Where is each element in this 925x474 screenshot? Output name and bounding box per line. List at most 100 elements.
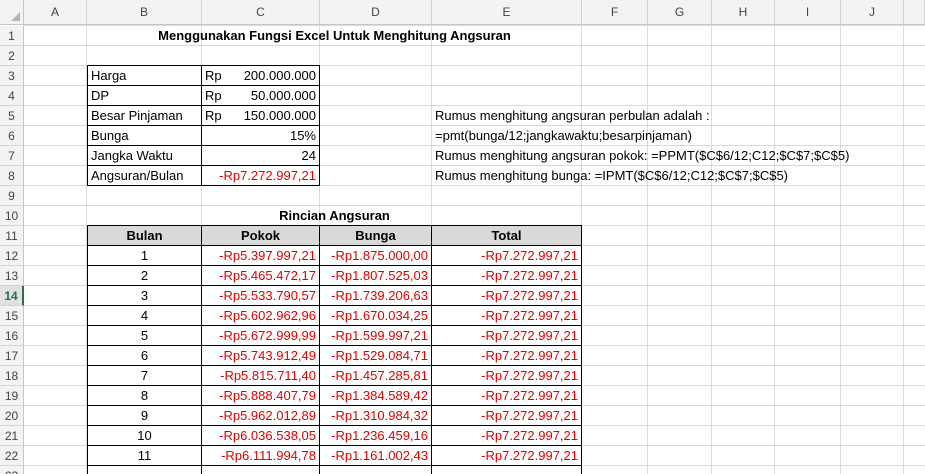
row-header-20[interactable]: 20 bbox=[0, 406, 24, 426]
row-header-8[interactable]: 8 bbox=[0, 166, 24, 186]
row-header-6[interactable]: 6 bbox=[0, 126, 24, 146]
input-value[interactable]: 15% bbox=[202, 125, 320, 146]
row-header-1[interactable]: 1 bbox=[0, 26, 24, 46]
table-cell-amount[interactable]: -Rp7.272.997,21 bbox=[432, 285, 582, 306]
row-header-2[interactable]: 2 bbox=[0, 46, 24, 66]
column-header-a[interactable]: A bbox=[24, 0, 87, 25]
table-cell-month[interactable]: 1 bbox=[87, 245, 202, 266]
row-header-22[interactable]: 22 bbox=[0, 446, 24, 466]
row-header-17[interactable]: 17 bbox=[0, 346, 24, 366]
input-value-cell[interactable]: Rp 50.000.000 bbox=[202, 85, 320, 106]
row-header-14[interactable]: 14 bbox=[0, 286, 24, 306]
input-value[interactable]: -Rp7.272.997,21 bbox=[202, 165, 320, 186]
row-header-10[interactable]: 10 bbox=[0, 206, 24, 226]
row-header-3[interactable]: 3 bbox=[0, 66, 24, 86]
column-header-g[interactable]: G bbox=[648, 0, 712, 25]
table-cell-amount[interactable]: -Rp7.272.997,21 bbox=[432, 445, 582, 466]
table-cell-amount[interactable]: -Rp5.465.472,17 bbox=[202, 265, 320, 286]
table-cell-amount[interactable]: -Rp5.397.997,21 bbox=[202, 245, 320, 266]
column-header-d[interactable]: D bbox=[320, 0, 432, 25]
table-header-total[interactable]: Total bbox=[432, 225, 582, 246]
row-header-7[interactable]: 7 bbox=[0, 146, 24, 166]
input-label[interactable]: Angsuran/Bulan bbox=[87, 165, 202, 186]
table-cell-month[interactable]: 5 bbox=[87, 325, 202, 346]
column-header-j[interactable]: J bbox=[841, 0, 904, 25]
input-label[interactable]: Jangka Waktu bbox=[87, 145, 202, 166]
input-value-cell[interactable]: Rp 150.000.000 bbox=[202, 105, 320, 126]
table-cell-month[interactable]: 2 bbox=[87, 265, 202, 286]
table-cell-amount[interactable]: -Rp7.272.997,21 bbox=[432, 245, 582, 266]
table-cell-amount[interactable]: -Rp7.272.997,21 bbox=[432, 305, 582, 326]
input-label[interactable]: Bunga bbox=[87, 125, 202, 146]
input-value-cell[interactable]: Rp 200.000.000 bbox=[202, 65, 320, 86]
table-cell-amount[interactable]: -Rp7.272.997,21 bbox=[432, 425, 582, 446]
column-header-i[interactable]: I bbox=[775, 0, 841, 25]
table-cell-partial[interactable] bbox=[87, 465, 202, 474]
formula-note[interactable]: Rumus menghitung bunga: =IPMT($C$6/12;C1… bbox=[432, 165, 788, 186]
input-label[interactable]: Besar Pinjaman bbox=[87, 105, 202, 126]
table-cell-amount[interactable]: -Rp1.875.000,00 bbox=[320, 245, 432, 266]
table-cell-amount[interactable]: -Rp5.962.012,89 bbox=[202, 405, 320, 426]
formula-note[interactable]: Rumus menghitung angsuran pokok: =PPMT($… bbox=[432, 145, 849, 166]
table-cell-amount[interactable]: -Rp1.529.084,71 bbox=[320, 345, 432, 366]
row-header-18[interactable]: 18 bbox=[0, 366, 24, 386]
table-cell-month[interactable]: 4 bbox=[87, 305, 202, 326]
table-cell-amount[interactable]: -Rp1.670.034,25 bbox=[320, 305, 432, 326]
table-cell-amount[interactable]: -Rp6.111.994,78 bbox=[202, 445, 320, 466]
table-cell-amount[interactable]: -Rp5.888.407,79 bbox=[202, 385, 320, 406]
table-cell-amount[interactable]: -Rp5.533.790,57 bbox=[202, 285, 320, 306]
table-cell-amount[interactable]: -Rp1.310.984,32 bbox=[320, 405, 432, 426]
table-cell-amount[interactable]: -Rp6.036.538,05 bbox=[202, 425, 320, 446]
table-cell-amount[interactable]: -Rp1.457.285,81 bbox=[320, 365, 432, 386]
table-cell-amount[interactable]: -Rp5.672.999,99 bbox=[202, 325, 320, 346]
row-header-11[interactable]: 11 bbox=[0, 226, 24, 246]
table-cell-amount[interactable]: -Rp1.807.525,03 bbox=[320, 265, 432, 286]
table-cell-amount[interactable]: -Rp7.272.997,21 bbox=[432, 345, 582, 366]
table-cell-amount[interactable]: -Rp7.272.997,21 bbox=[432, 365, 582, 386]
formula-note[interactable]: Rumus menghitung angsuran perbulan adala… bbox=[432, 105, 710, 126]
column-header-f[interactable]: F bbox=[582, 0, 648, 25]
table-cell-month[interactable]: 3 bbox=[87, 285, 202, 306]
table-cell-amount[interactable]: -Rp7.272.997,21 bbox=[432, 405, 582, 426]
table-cell-amount[interactable]: -Rp1.599.997,21 bbox=[320, 325, 432, 346]
row-header-23[interactable]: 23 bbox=[0, 466, 24, 474]
table-cell-amount[interactable]: -Rp1.161.002,43 bbox=[320, 445, 432, 466]
table-header-bulan[interactable]: Bulan bbox=[87, 225, 202, 246]
row-header-9[interactable]: 9 bbox=[0, 186, 24, 206]
row-header-12[interactable]: 12 bbox=[0, 246, 24, 266]
table-cell-partial[interactable] bbox=[202, 465, 320, 474]
row-header-13[interactable]: 13 bbox=[0, 266, 24, 286]
table-cell-amount[interactable]: -Rp7.272.997,21 bbox=[432, 385, 582, 406]
row-header-15[interactable]: 15 bbox=[0, 306, 24, 326]
row-header-19[interactable]: 19 bbox=[0, 386, 24, 406]
row-header-16[interactable]: 16 bbox=[0, 326, 24, 346]
row-header-21[interactable]: 21 bbox=[0, 426, 24, 446]
input-label[interactable]: Harga bbox=[87, 65, 202, 86]
input-value[interactable]: 24 bbox=[202, 145, 320, 166]
table-cell-partial[interactable] bbox=[432, 465, 582, 474]
table-cell-amount[interactable]: -Rp1.739.206,63 bbox=[320, 285, 432, 306]
table-cell-amount[interactable]: -Rp5.602.962,96 bbox=[202, 305, 320, 326]
sheet-title[interactable]: Menggunakan Fungsi Excel Untuk Menghitun… bbox=[87, 25, 582, 46]
table-cell-month[interactable]: 9 bbox=[87, 405, 202, 426]
table-cell-amount[interactable]: -Rp1.236.459,16 bbox=[320, 425, 432, 446]
table-title[interactable]: Rincian Angsuran bbox=[87, 205, 582, 226]
select-all-corner[interactable] bbox=[0, 0, 24, 25]
spreadsheet-grid[interactable]: Menggunakan Fungsi Excel Untuk Menghitun… bbox=[0, 0, 925, 474]
table-cell-month[interactable]: 6 bbox=[87, 345, 202, 366]
table-cell-amount[interactable]: -Rp7.272.997,21 bbox=[432, 265, 582, 286]
column-header-h[interactable]: H bbox=[712, 0, 775, 25]
table-cell-amount[interactable]: -Rp1.384.589,42 bbox=[320, 385, 432, 406]
table-cell-partial[interactable] bbox=[320, 465, 432, 474]
column-header-e[interactable]: E bbox=[432, 0, 582, 25]
column-header-b[interactable]: B bbox=[87, 0, 202, 25]
row-header-5[interactable]: 5 bbox=[0, 106, 24, 126]
table-cell-amount[interactable]: -Rp5.743.912,49 bbox=[202, 345, 320, 366]
table-cell-amount[interactable]: -Rp7.272.997,21 bbox=[432, 325, 582, 346]
table-cell-month[interactable]: 11 bbox=[87, 445, 202, 466]
table-cell-month[interactable]: 8 bbox=[87, 385, 202, 406]
table-header-bunga[interactable]: Bunga bbox=[320, 225, 432, 246]
table-cell-month[interactable]: 7 bbox=[87, 365, 202, 386]
input-label[interactable]: DP bbox=[87, 85, 202, 106]
table-cell-amount[interactable]: -Rp5.815.711,40 bbox=[202, 365, 320, 386]
